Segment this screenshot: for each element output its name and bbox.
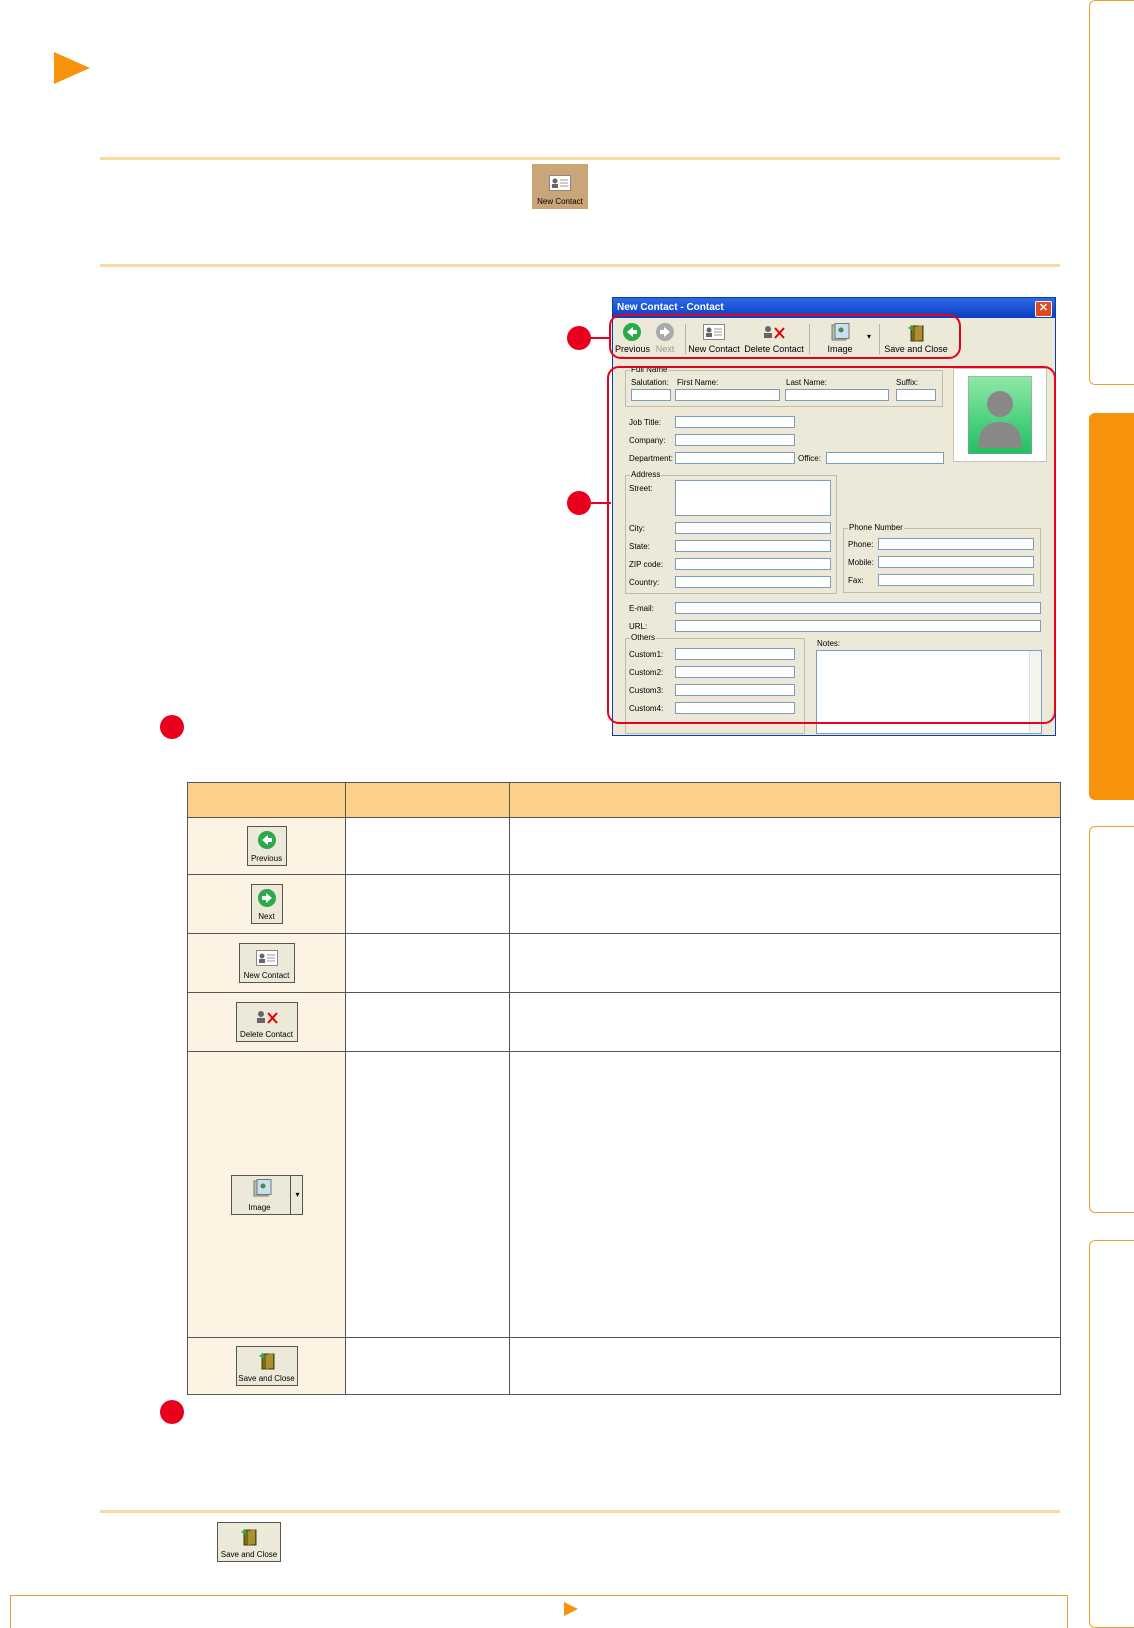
dialog-title: New Contact - Contact — [617, 302, 724, 313]
table-cell — [345, 933, 510, 993]
new-contact-button-image-label: New Contact — [243, 971, 290, 980]
callout-marker-1-ref — [160, 715, 184, 739]
table-header-cell — [509, 782, 1061, 818]
new-contact-button-label: New Contact — [537, 197, 583, 206]
section-rule-top — [100, 157, 1060, 160]
table-row: Delete Contact — [187, 992, 1061, 1052]
table-row: Save and Close — [187, 1337, 1061, 1395]
table-cell — [509, 933, 1061, 993]
form-highlight-frame — [607, 366, 1056, 724]
table-row: Next — [187, 874, 1061, 934]
table-icon-cell: Previous — [187, 817, 346, 875]
callout-marker-1 — [567, 326, 591, 350]
next-button-image: Next — [250, 884, 283, 924]
table-icon-cell: Delete Contact — [187, 992, 346, 1052]
callout-marker-2 — [567, 491, 591, 515]
save-close-bottom-label: Save and Close — [220, 1550, 278, 1559]
table-header-cell — [345, 782, 510, 818]
contact-card-icon — [549, 175, 571, 191]
table-cell — [509, 1051, 1061, 1338]
save-close-button-image-label: Save and Close — [238, 1374, 295, 1383]
next-page-arrow-icon[interactable] — [564, 1602, 578, 1616]
callout-marker-2-ref — [160, 1400, 184, 1424]
image-button-image: Image ▾ — [230, 1174, 303, 1215]
table-icon-cell: Save and Close — [187, 1337, 346, 1395]
previous-button-image: Previous — [246, 826, 287, 866]
table-cell — [345, 992, 510, 1052]
save-close-button-image: Save and Close — [235, 1346, 298, 1386]
next-button-image-label: Next — [258, 912, 275, 921]
delete-contact-button-image: Delete Contact — [235, 1002, 298, 1042]
image-button-image-label: Image — [248, 1202, 271, 1212]
play-triangle-icon — [54, 52, 90, 84]
table-icon-cell: Next — [187, 874, 346, 934]
side-tab-2[interactable] — [1089, 413, 1134, 800]
save-close-icon — [241, 1529, 257, 1546]
table-cell — [509, 1337, 1061, 1395]
table-icon-cell: Image ▾ — [187, 1051, 346, 1338]
side-tab-1[interactable] — [1089, 0, 1134, 385]
side-tab-4[interactable] — [1089, 1240, 1134, 1628]
table-cell — [509, 992, 1061, 1052]
table-cell — [509, 817, 1061, 875]
section-rule-bottom — [100, 1510, 1060, 1513]
table-cell — [345, 1051, 510, 1338]
callout-line-1 — [591, 337, 611, 339]
dropdown-arrow-icon: ▾ — [295, 1189, 300, 1199]
new-contact-button-image: New Contact — [238, 943, 295, 983]
section-rule-mid — [100, 264, 1060, 267]
side-tab-3[interactable] — [1089, 826, 1134, 1213]
contact-card-icon — [255, 950, 278, 966]
table-cell — [345, 817, 510, 875]
footer-bar — [10, 1595, 1068, 1628]
table-cell — [345, 874, 510, 934]
table-header-cell — [187, 782, 346, 818]
save-close-icon — [258, 1353, 274, 1370]
back-arrow-icon — [257, 831, 276, 849]
close-button[interactable]: ✕ — [1035, 301, 1052, 317]
table-row: Image ▾ — [187, 1051, 1061, 1338]
table-icon-cell: New Contact — [187, 933, 346, 993]
previous-button-image-label: Previous — [250, 854, 283, 863]
table-row: Previous — [187, 817, 1061, 875]
toolbar-highlight-frame — [609, 314, 961, 359]
table-row: New Contact — [187, 933, 1061, 993]
toolbar-button-table: Previous Next New Contact Delete Contact… — [187, 782, 1061, 1395]
save-close-button-image-bottom: Save and Close — [217, 1522, 281, 1562]
delete-contact-button-image-label: Delete Contact — [240, 1030, 293, 1039]
forward-arrow-icon — [257, 889, 276, 907]
image-icon — [253, 1178, 271, 1196]
dropdown-divider — [289, 1175, 291, 1214]
table-cell — [345, 1337, 510, 1395]
table-cell — [509, 874, 1061, 934]
delete-contact-icon — [256, 1011, 278, 1024]
table-header-row — [187, 782, 1061, 818]
new-contact-button-image: New Contact — [532, 164, 588, 209]
